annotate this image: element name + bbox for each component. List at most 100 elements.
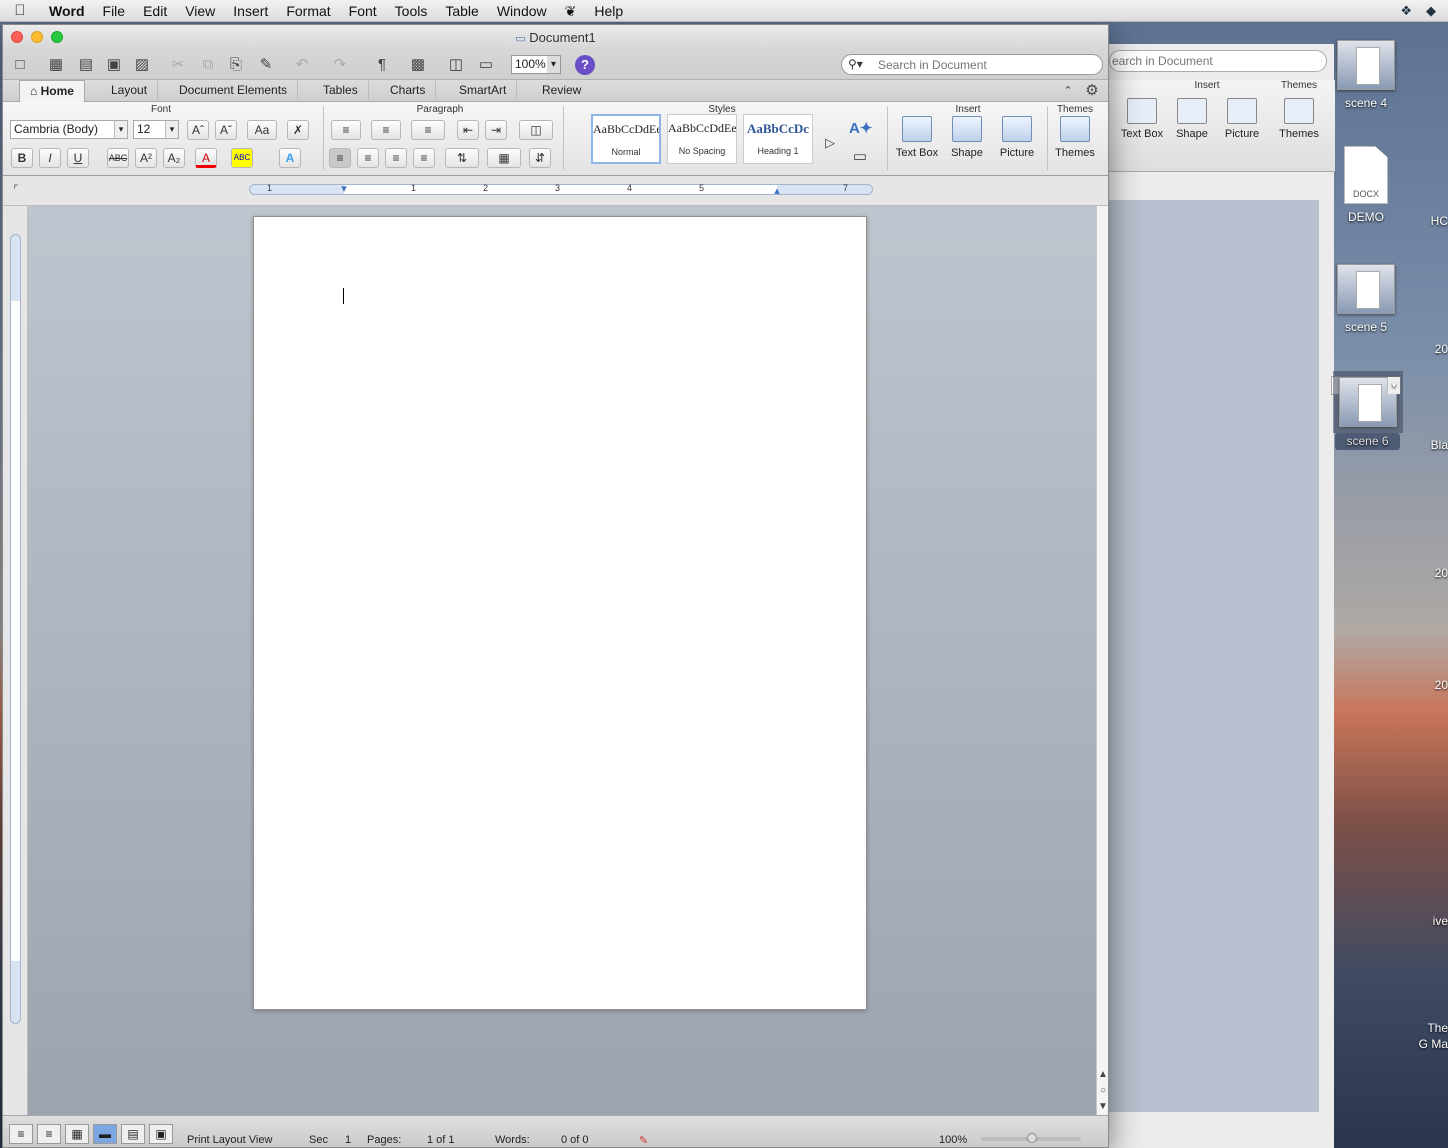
toolbox-icon[interactable]: ▭ — [475, 54, 497, 76]
tab-layout[interactable]: Layout — [101, 80, 159, 102]
vertical-scrollbar[interactable]: ▲ ○ ▼ — [1096, 206, 1108, 1136]
bold-icon[interactable]: B — [11, 148, 33, 168]
italic-icon[interactable]: I — [39, 148, 61, 168]
increase-indent-icon[interactable]: ⇥ — [485, 120, 507, 140]
print-icon[interactable]: ▨ — [131, 54, 153, 76]
focus-view-button[interactable]: ▣ — [149, 1124, 173, 1144]
tab-document-elements[interactable]: Document Elements — [169, 80, 299, 102]
title-bar[interactable]: ▭ Document1 — [3, 25, 1108, 50]
style-normal[interactable]: AaBbCcDdEe Normal — [591, 114, 661, 164]
outline-view-button[interactable]: ≡ — [37, 1124, 61, 1144]
redo-icon[interactable]: ↷ — [329, 54, 351, 76]
themes-button[interactable]: Themes — [1049, 116, 1101, 159]
shrink-font-icon[interactable]: Aˇ — [215, 120, 237, 140]
decrease-indent-icon[interactable]: ⇤ — [457, 120, 479, 140]
menu-window[interactable]: Window — [488, 0, 556, 22]
desktop-edge-label[interactable]: 20 — [1435, 566, 1448, 580]
tab-stop-selector-icon[interactable]: ⌜ — [5, 179, 27, 201]
view-layout-icon[interactable]: ▩ — [407, 54, 429, 76]
zoom-slider-knob[interactable] — [1027, 1133, 1037, 1143]
open-folder-icon[interactable]: ▤ — [75, 54, 97, 76]
status-diamond-icon[interactable]: ◆ — [1426, 3, 1436, 19]
sort-icon[interactable]: ⇵ — [529, 148, 551, 168]
save-icon[interactable]: ▣ — [103, 54, 125, 76]
background-themes-button[interactable]: Themes — [1274, 98, 1324, 140]
tab-tables[interactable]: Tables — [313, 80, 369, 102]
menu-edit[interactable]: Edit — [134, 0, 176, 22]
background-search-field[interactable]: earch in Document — [1109, 50, 1327, 72]
font-name-select[interactable]: Cambria (Body) — [10, 120, 128, 139]
underline-icon[interactable]: U — [67, 148, 89, 168]
styles-pane-icon[interactable]: A✦ — [849, 118, 872, 140]
collapse-ribbon-icon[interactable]: ⌃ — [1057, 80, 1079, 102]
styles-next-arrow-icon[interactable]: ▷ — [819, 132, 841, 154]
menu-tools[interactable]: Tools — [386, 0, 437, 22]
menu-font[interactable]: Font — [340, 0, 386, 22]
paste-icon[interactable]: ⎘ — [225, 54, 247, 76]
menu-insert[interactable]: Insert — [224, 0, 277, 22]
cut-icon[interactable]: ✂ — [167, 54, 189, 76]
manage-styles-icon[interactable]: ▭ — [849, 146, 871, 168]
background-picture-button[interactable]: Picture — [1217, 98, 1267, 140]
templates-gallery-icon[interactable]: ▦ — [45, 54, 67, 76]
justify-icon[interactable]: ≡ — [413, 148, 435, 168]
align-left-icon[interactable]: ≡ — [329, 148, 351, 168]
desktop-edge-label[interactable]: G Ma — [1419, 1037, 1448, 1051]
menu-file[interactable]: File — [94, 0, 135, 22]
bullets-icon[interactable]: ≡ — [331, 120, 361, 140]
background-text-box-button[interactable]: Text Box — [1117, 98, 1167, 140]
print-layout-view-button[interactable]: ▬ — [93, 1124, 117, 1144]
menu-view[interactable]: View — [176, 0, 224, 22]
dropbox-icon[interactable]: ❖ — [1400, 3, 1412, 19]
desktop-edge-label[interactable]: The — [1427, 1021, 1448, 1035]
highlight-icon[interactable]: ABC — [231, 148, 253, 168]
help-icon[interactable]: ? — [575, 55, 595, 75]
right-indent-marker[interactable]: ▴ — [766, 180, 788, 202]
picture-button[interactable]: Picture — [991, 116, 1043, 159]
shape-button[interactable]: Shape — [941, 116, 993, 159]
document-proxy-icon[interactable]: ▭ — [515, 33, 525, 45]
format-painter-icon[interactable]: ✎ — [255, 54, 277, 76]
grow-font-icon[interactable]: Aˆ — [187, 120, 209, 140]
new-document-icon[interactable]: □ — [9, 54, 31, 76]
align-right-icon[interactable]: ≡ — [385, 148, 407, 168]
search-field[interactable]: ⚲▾ — [841, 54, 1103, 75]
font-size-select[interactable]: 12 — [133, 120, 179, 139]
font-color-icon[interactable]: A — [195, 148, 217, 168]
document-canvas[interactable] — [3, 206, 1096, 1136]
undo-icon[interactable]: ↶ — [291, 54, 313, 76]
draft-view-button[interactable]: ≡ — [9, 1124, 33, 1144]
copy-icon[interactable]: ⧉ — [197, 54, 219, 76]
search-input[interactable] — [878, 56, 1098, 73]
first-line-indent-marker[interactable]: ▾ — [333, 178, 355, 200]
desktop-icon-scene-4[interactable]: scene 4 — [1331, 40, 1401, 110]
zoom-select[interactable]: 100% — [511, 55, 561, 74]
ribbon-settings-gear-icon[interactable]: ⚙ — [1081, 80, 1103, 102]
desktop-edge-label[interactable]: 20 — [1435, 342, 1448, 356]
menu-format[interactable]: Format — [277, 0, 339, 22]
tab-review[interactable]: Review — [532, 80, 591, 102]
change-case-icon[interactable]: Aa — [247, 120, 277, 140]
desktop-icon-scene-6[interactable]: scene 6 — [1331, 371, 1403, 450]
multilevel-list-icon[interactable]: ≡ — [411, 120, 445, 140]
desktop-edge-label[interactable]: HC — [1431, 214, 1448, 228]
clear-formatting-icon[interactable]: ✗ — [287, 120, 309, 140]
style-heading-1[interactable]: AaBbCcDc Heading 1 — [743, 114, 813, 164]
background-shape-button[interactable]: Shape — [1167, 98, 1217, 140]
publishing-view-button[interactable]: ▦ — [65, 1124, 89, 1144]
desktop-icon-demo[interactable]: DOCX DEMO — [1331, 146, 1401, 224]
menu-table[interactable]: Table — [436, 0, 487, 22]
script-menu-icon[interactable]: ❦ — [556, 0, 586, 22]
apple-menu-icon[interactable]:  — [0, 2, 40, 19]
desktop-icon-scene-5[interactable]: scene 5 — [1331, 264, 1401, 334]
tab-smartart[interactable]: SmartArt — [449, 80, 518, 102]
desktop-edge-label[interactable]: ive — [1433, 914, 1448, 928]
show-formatting-icon[interactable]: ¶ — [371, 54, 393, 76]
text-box-button[interactable]: Text Box — [891, 116, 943, 159]
document-page[interactable] — [253, 216, 867, 1010]
text-effects-icon[interactable]: A — [279, 148, 301, 168]
superscript-icon[interactable]: A² — [135, 148, 157, 168]
menu-help[interactable]: Help — [585, 0, 632, 22]
sidebar-icon[interactable]: ◫ — [445, 54, 467, 76]
proofing-status-icon[interactable]: ✎ — [639, 1134, 648, 1147]
